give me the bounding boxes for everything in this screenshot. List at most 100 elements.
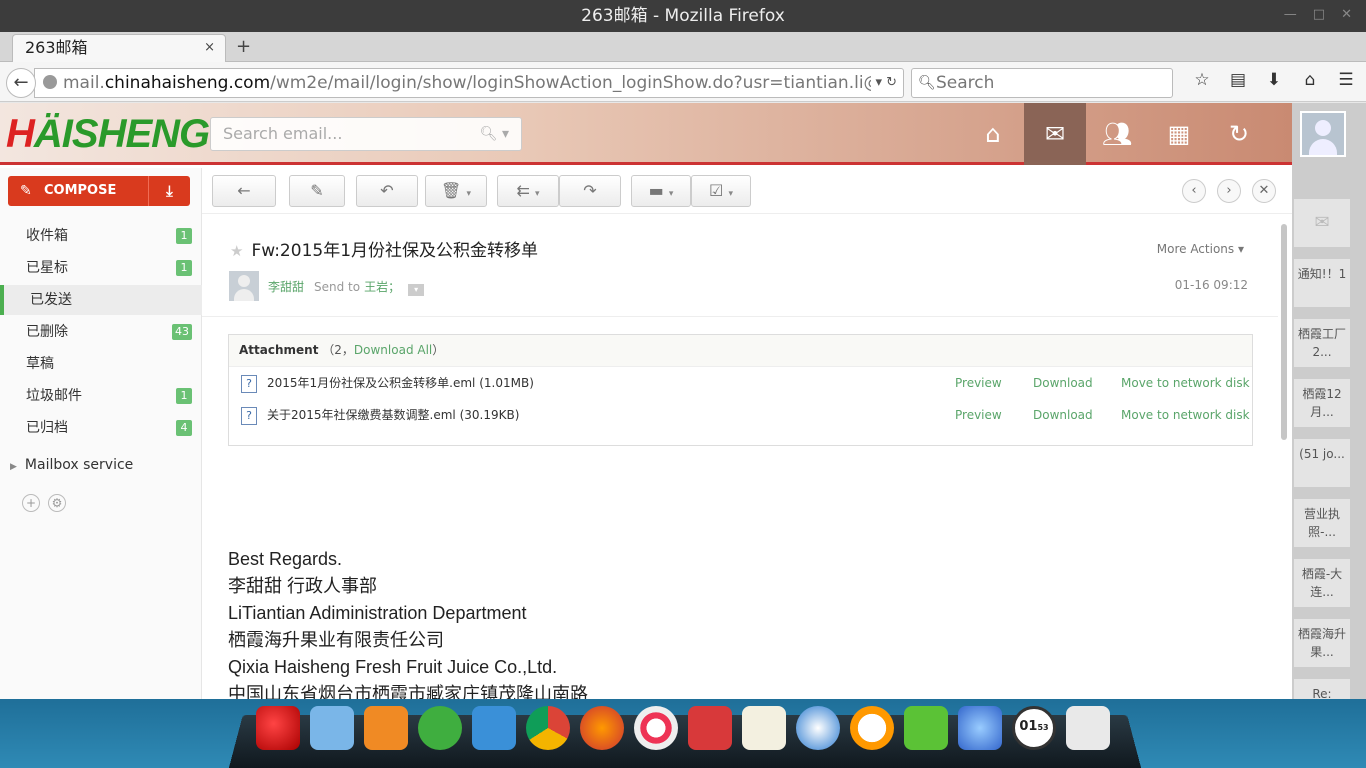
- download-link[interactable]: Download: [1033, 399, 1093, 431]
- home-icon[interactable]: ⌂: [1292, 70, 1328, 90]
- home-nav-icon[interactable]: ⌂: [962, 103, 1024, 165]
- move-to-disk-link[interactable]: Move to network disk: [1121, 399, 1250, 431]
- search-dropdown-icon[interactable]: 🔍︎ ▾: [480, 118, 509, 150]
- update-ring-icon[interactable]: [850, 706, 894, 750]
- firefox-icon[interactable]: [580, 706, 624, 750]
- forward-button[interactable]: ↷: [559, 175, 621, 207]
- attachment-name[interactable]: 关于2015年社保缴费基数调整.eml (30.19KB): [267, 408, 519, 422]
- user-avatar[interactable]: [1300, 111, 1346, 157]
- sync-nav-icon[interactable]: ↻: [1208, 103, 1270, 165]
- prev-message-icon[interactable]: ‹: [1182, 179, 1206, 203]
- text-editor-icon[interactable]: [742, 706, 786, 750]
- mailbox-service-toggle[interactable]: ▶ Mailbox service: [10, 457, 133, 473]
- tab-bar: 263邮箱 × +: [0, 32, 1366, 63]
- menu-icon[interactable]: ☰: [1328, 70, 1364, 90]
- url-bar[interactable]: mail.chinahaisheng.com/wm2e/mail/login/s…: [34, 68, 904, 98]
- calendar-nav-icon[interactable]: ▦: [1148, 103, 1210, 165]
- send-to-label: Send to: [314, 280, 361, 294]
- move-folder-button[interactable]: ▬ ▾: [631, 175, 691, 207]
- reply-all-button[interactable]: ⇇ ▾: [497, 175, 559, 207]
- folder-label: 已星标: [26, 260, 68, 276]
- maximize-icon[interactable]: □: [1313, 0, 1325, 32]
- trash-icon[interactable]: [1066, 706, 1110, 750]
- browser-tab[interactable]: 263邮箱 ×: [12, 34, 226, 63]
- bookmark-star-icon[interactable]: ☆: [1184, 70, 1220, 90]
- notification-item[interactable]: Re:: [1294, 679, 1350, 699]
- scrollbar-thumb[interactable]: [1281, 224, 1287, 440]
- folder-inbox[interactable]: 收件箱 1: [0, 221, 202, 251]
- preview-link[interactable]: Preview: [955, 367, 1002, 399]
- folder-starred[interactable]: 已星标 1: [0, 253, 202, 283]
- back-arrow-icon: ←: [13, 72, 29, 93]
- receive-mail-icon[interactable]: ⤓: [148, 176, 190, 206]
- folder-archived[interactable]: 已归档 4: [0, 413, 202, 443]
- input-method-icon[interactable]: [958, 706, 1002, 750]
- move-to-disk-link[interactable]: Move to network disk: [1121, 367, 1250, 399]
- back-button[interactable]: ←: [6, 68, 36, 98]
- next-message-icon[interactable]: ›: [1217, 179, 1241, 203]
- notification-item[interactable]: 栖霞工厂2...: [1294, 319, 1350, 367]
- more-actions-menu[interactable]: More Actions ▾: [1157, 242, 1244, 256]
- file-manager-icon[interactable]: [310, 706, 354, 750]
- video-player-icon[interactable]: [472, 706, 516, 750]
- music-player-icon[interactable]: [418, 706, 462, 750]
- folder-sent[interactable]: 已发送: [0, 285, 202, 315]
- notification-item[interactable]: 栖霞12月...: [1294, 379, 1350, 427]
- new-tab-button[interactable]: +: [236, 36, 251, 57]
- network-globe-icon[interactable]: [796, 706, 840, 750]
- edit-button[interactable]: ✎: [289, 175, 345, 207]
- star-icon[interactable]: ★: [230, 242, 243, 260]
- notification-item[interactable]: 栖霞-大连...: [1294, 559, 1350, 607]
- close-window-icon[interactable]: ✕: [1341, 0, 1352, 32]
- notification-item[interactable]: (51 jo...: [1294, 439, 1350, 487]
- unread-badge: 1: [176, 388, 192, 404]
- url-dropdown-reload-icon[interactable]: ▾ ↻: [871, 69, 897, 97]
- chrome-icon[interactable]: [526, 706, 570, 750]
- recipient-name[interactable]: 王岩；: [364, 280, 400, 294]
- delete-button[interactable]: 🗑︎ ▾: [425, 175, 487, 207]
- tab-close-icon[interactable]: ×: [204, 35, 215, 61]
- window-title: 263邮箱 - Mozilla Firefox: [581, 6, 785, 26]
- preview-link[interactable]: Preview: [955, 399, 1002, 431]
- notification-item[interactable]: 通知!！1: [1294, 259, 1350, 307]
- email-search-input[interactable]: Search email... 🔍︎ ▾: [210, 117, 522, 151]
- folder-spam[interactable]: 垃圾邮件 1: [0, 381, 202, 411]
- settings-wrench-icon[interactable]: ⚙: [48, 494, 66, 512]
- sender-name[interactable]: 李甜甜: [268, 278, 304, 295]
- download-all-link[interactable]: Download All: [354, 343, 432, 357]
- compose-button[interactable]: ✎ COMPOSE ⤓: [8, 176, 190, 206]
- folder-label: 已发送: [30, 292, 72, 308]
- mail-nav-icon[interactable]: ✉: [1024, 103, 1086, 165]
- download-icon[interactable]: ⬇: [1256, 70, 1292, 90]
- message-date: 01-16 09:12: [1174, 278, 1248, 292]
- clock-widget[interactable]: 0153: [1012, 706, 1056, 750]
- terminal-icon[interactable]: [688, 706, 732, 750]
- notification-item[interactable]: 栖霞海升果...: [1294, 619, 1350, 667]
- mark-button[interactable]: ☑ ▾: [691, 175, 751, 207]
- attachment-paren: ）: [432, 343, 445, 357]
- folder-sidebar: ✎ COMPOSE ⤓ 收件箱 1 已星标 1 已发送 已删除 43 草稿 垃圾邮件 1…: [0, 168, 202, 699]
- download-link[interactable]: Download: [1033, 367, 1093, 399]
- attachment-panel: Attachment （2，Download All） ? 2015年1月份社保…: [228, 334, 1253, 446]
- minimize-icon[interactable]: —: [1284, 0, 1297, 32]
- settings-gear-icon[interactable]: [634, 706, 678, 750]
- mail-notify-icon[interactable]: ✉: [1294, 199, 1350, 247]
- reading-list-icon[interactable]: ▤: [1220, 70, 1256, 90]
- close-message-icon[interactable]: ✕: [1252, 179, 1276, 203]
- folder-deleted[interactable]: 已删除 43: [0, 317, 202, 347]
- browser-search-input[interactable]: 🔍︎ Search: [911, 68, 1173, 98]
- launcher-rocket-icon[interactable]: [256, 706, 300, 750]
- file-unknown-icon: ?: [241, 407, 257, 425]
- add-folder-icon[interactable]: +: [22, 494, 40, 512]
- message-scrollbar[interactable]: [1278, 214, 1292, 699]
- contacts-nav-icon[interactable]: 👥︎: [1086, 103, 1148, 165]
- back-to-list-button[interactable]: ←: [212, 175, 276, 207]
- notification-item[interactable]: 营业执照-...: [1294, 499, 1350, 547]
- battery-power-icon[interactable]: [904, 706, 948, 750]
- attachment-name[interactable]: 2015年1月份社保及公积金转移单.eml (1.01MB): [267, 376, 534, 390]
- expand-recipients-icon[interactable]: ▾: [408, 284, 425, 296]
- undo-button[interactable]: ↶: [356, 175, 418, 207]
- app-store-icon[interactable]: [364, 706, 408, 750]
- folder-drafts[interactable]: 草稿: [0, 349, 202, 379]
- attachment-row: ? 2015年1月份社保及公积金转移单.eml (1.01MB) Preview…: [229, 367, 1252, 399]
